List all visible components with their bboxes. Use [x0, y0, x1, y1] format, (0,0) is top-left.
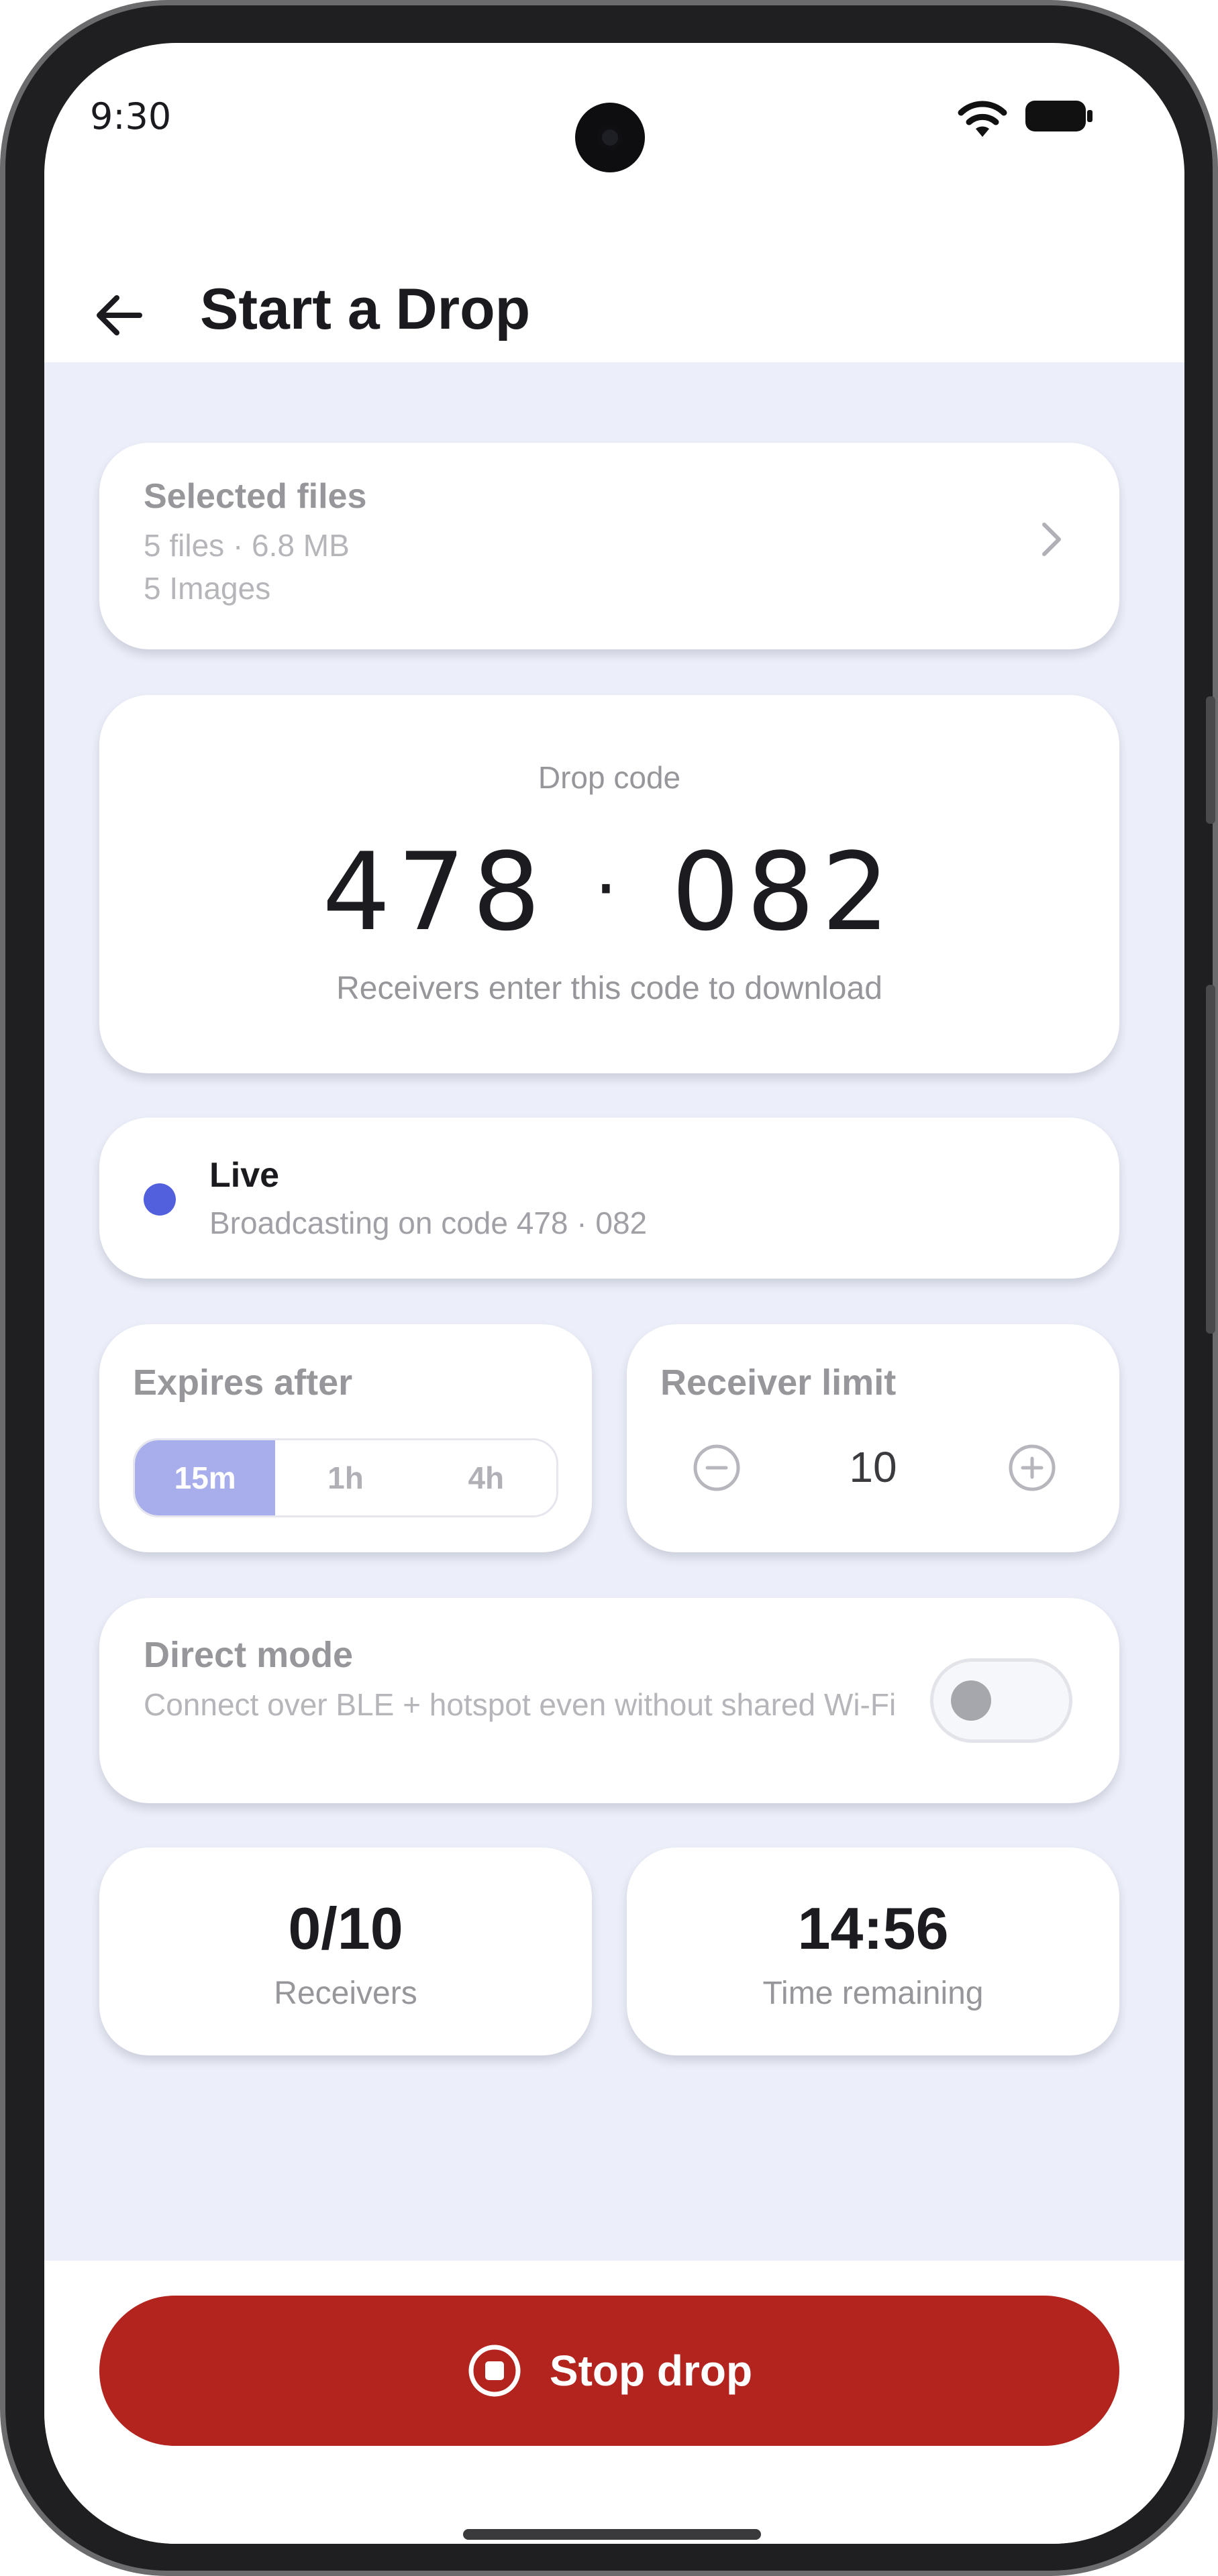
toggle-knob [951, 1680, 991, 1721]
drop-code-card: Drop code 478 · 082 Receivers enter this c… [99, 695, 1119, 1073]
status-time: 9:30 [90, 95, 172, 138]
stop-drop-label: Stop drop [549, 2347, 753, 2395]
power-button [1206, 985, 1215, 1334]
battery-icon [1025, 101, 1093, 131]
drop-code-label: Drop code [538, 760, 681, 795]
volume-button [1206, 696, 1215, 824]
drop-code-part-2: 082 [671, 829, 897, 955]
selected-files-title: Selected files [144, 477, 367, 516]
time-remaining-card: 14:56 Time remaining [627, 1847, 1119, 2055]
page-title: Start a Drop [200, 277, 531, 341]
live-title: Live [209, 1156, 280, 1195]
selected-files-detail: 5 Images [144, 571, 271, 606]
content-area: Selected files 5 files · 6.8 MB 5 Images… [44, 362, 1184, 2261]
selected-files-card[interactable]: Selected files 5 files · 6.8 MB 5 Images [99, 443, 1119, 649]
direct-mode-toggle[interactable] [930, 1658, 1072, 1743]
expires-segmented-control: 15m 1h 4h [133, 1438, 558, 1517]
receivers-label: Receivers [274, 1976, 417, 2011]
app-bar: Start a Drop [44, 204, 1184, 362]
screen: 9:30 Start a Drop Selected files 5 files… [44, 43, 1184, 2544]
live-indicator [144, 1183, 176, 1216]
receiver-limit-title: Receiver limit [660, 1362, 897, 1403]
time-remaining-value: 14:56 [797, 1895, 949, 1962]
camera-cutout [575, 103, 645, 172]
receivers-count: 0/10 [288, 1895, 403, 1962]
drop-code-separator: · [594, 846, 625, 932]
arrow-left-icon[interactable] [93, 288, 146, 342]
status-bar: 9:30 [44, 43, 1184, 184]
selected-files-summary: 5 files · 6.8 MB [144, 528, 350, 563]
stop-circle-icon [468, 2345, 521, 2397]
chevron-right-icon [1042, 523, 1061, 556]
wifi-icon [958, 101, 1007, 137]
plus-circle-icon[interactable] [1007, 1442, 1058, 1493]
live-subtitle: Broadcasting on code 478 · 082 [209, 1205, 648, 1240]
home-indicator[interactable] [463, 2529, 761, 2540]
expires-option-15m[interactable]: 15m [135, 1440, 276, 1515]
expires-title: Expires after [133, 1362, 353, 1403]
receivers-stat-card: 0/10 Receivers [99, 1847, 592, 2055]
bottom-action-area: Stop drop [44, 2261, 1184, 2544]
expires-option-1h[interactable]: 1h [275, 1440, 415, 1515]
direct-mode-subtitle: Connect over BLE + hotspot even without … [144, 1687, 897, 1722]
direct-mode-title: Direct mode [144, 1635, 354, 1675]
drop-code-part-1: 478 [322, 829, 548, 955]
expires-card: Expires after 15m 1h 4h [99, 1324, 592, 1552]
direct-mode-card: Direct mode Connect over BLE + hotspot e… [99, 1598, 1119, 1803]
live-status-card: Live Broadcasting on code 478 · 082 [99, 1118, 1119, 1279]
drop-code-hint: Receivers enter this code to download [336, 971, 882, 1006]
expires-option-4h[interactable]: 4h [416, 1440, 556, 1515]
drop-code: 478 · 082 [99, 829, 1119, 955]
receiver-limit-card: Receiver limit 10 [627, 1324, 1119, 1552]
device-frame: 9:30 Start a Drop Selected files 5 files… [0, 0, 1218, 2576]
stop-drop-button[interactable]: Stop drop [99, 2296, 1119, 2446]
time-remaining-label: Time remaining [762, 1976, 984, 2011]
